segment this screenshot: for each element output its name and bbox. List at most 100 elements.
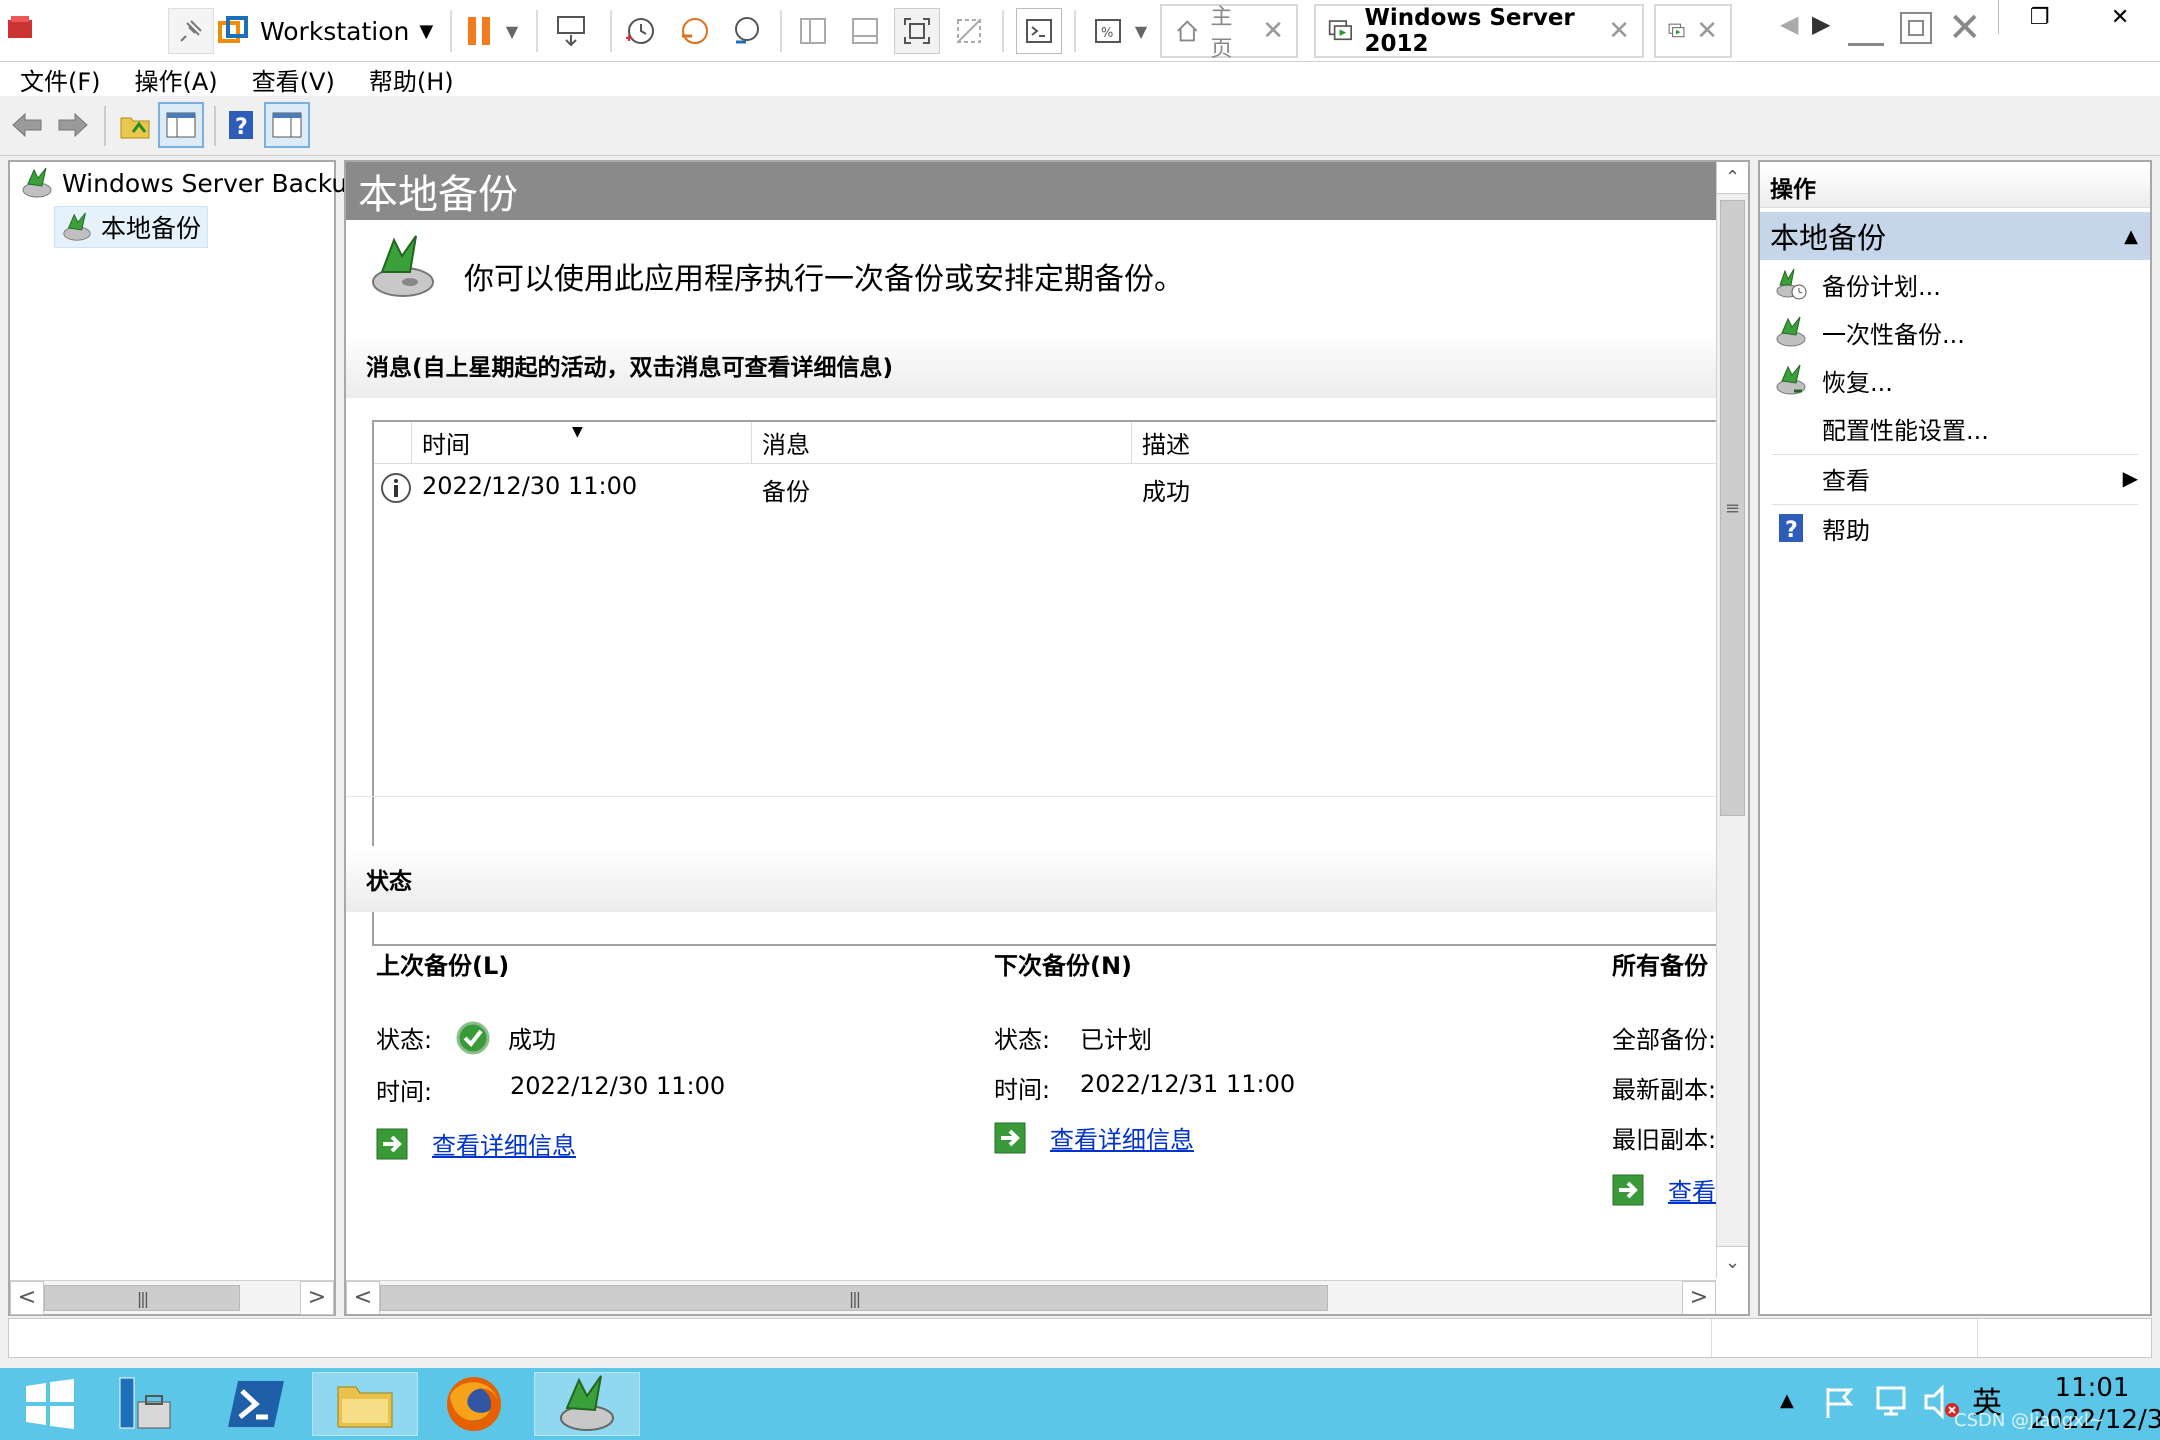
sidebar-view-icon[interactable]: [790, 8, 836, 54]
menu-action[interactable]: 操作(A): [135, 62, 218, 97]
close-window-icon[interactable]: ✕: [1948, 4, 1982, 52]
all-details-link[interactable]: 查看: [1668, 1172, 1716, 1206]
help-icon[interactable]: ?: [218, 102, 264, 148]
column-description-label: 描述: [1142, 431, 1190, 459]
all-details-link-row[interactable]: 查看: [1612, 1172, 1716, 1206]
menu-file[interactable]: 文件(F): [20, 62, 101, 97]
action-label: 一次性备份...: [1822, 320, 1965, 349]
column-message[interactable]: 消息: [752, 422, 1132, 464]
workstation-label: Workstation: [260, 16, 410, 46]
minimize-icon[interactable]: [1848, 16, 1884, 46]
action-configure-performance[interactable]: 配置性能设置...: [1760, 404, 2150, 452]
next-time-value: 2022/12/31 11:00: [1080, 1070, 1296, 1098]
actions-header: 操作: [1760, 166, 2150, 208]
action-view[interactable]: 查看 ▶: [1760, 454, 2150, 502]
thumbnail-view-icon[interactable]: [842, 8, 888, 54]
action-backup-schedule[interactable]: 备份计划...: [1760, 260, 2150, 308]
file-explorer-button[interactable]: [312, 1372, 418, 1436]
network-icon[interactable]: [1874, 1384, 1908, 1420]
tab-windows-server[interactable]: Windows Server 2012 ✕: [1314, 4, 1644, 58]
tree-item-local-backup[interactable]: 本地备份: [54, 206, 209, 248]
up-folder-icon[interactable]: [112, 102, 158, 148]
tree-item-windows-server-backup[interactable]: Windows Server Backup: [20, 166, 363, 200]
tree-horizontal-scrollbar[interactable]: < ||| >: [10, 1280, 334, 1315]
vm-icon: [1668, 23, 1685, 38]
pause-icon[interactable]: [456, 8, 502, 54]
tab-home[interactable]: 主页 ✕: [1160, 4, 1298, 62]
pin-icon[interactable]: [168, 8, 214, 54]
next-status-value: 已计划: [1080, 1026, 1152, 1054]
scroll-left-icon[interactable]: <: [346, 1280, 380, 1314]
start-button[interactable]: [0, 1372, 100, 1436]
clock-time: 11:01: [2054, 1373, 2130, 1403]
arrow-right-green-icon: [376, 1128, 408, 1159]
snapshot-manager-icon[interactable]: [724, 8, 770, 54]
actions-group-local-backup[interactable]: 本地备份 ▲: [1760, 212, 2150, 260]
close-icon[interactable]: ✕: [1262, 16, 1284, 46]
status-header: 状态: [346, 846, 1716, 912]
action-backup-once[interactable]: 一次性备份...: [1760, 308, 2150, 356]
tab-scroll-right-icon[interactable]: ▶: [1812, 10, 1830, 38]
stretch-dropdown-icon[interactable]: ▼: [1128, 8, 1154, 54]
console-icon[interactable]: [1016, 8, 1062, 54]
collapse-up-icon[interactable]: ▲: [2124, 226, 2138, 247]
next-details-link[interactable]: 查看详细信息: [1050, 1120, 1194, 1155]
scroll-left-icon[interactable]: <: [10, 1280, 44, 1315]
tab-vm-label: Windows Server 2012: [1364, 5, 1575, 57]
scroll-right-icon[interactable]: >: [300, 1280, 334, 1315]
action-center-flag-icon[interactable]: [1822, 1384, 1856, 1420]
scroll-down-icon[interactable]: ⌄: [1717, 1246, 1748, 1278]
fullscreen-icon[interactable]: [894, 8, 940, 54]
last-time-value: 2022/12/30 11:00: [510, 1072, 726, 1100]
scroll-thumb[interactable]: ≡: [1720, 200, 1745, 816]
restore-icon[interactable]: [1900, 12, 1932, 44]
guest-close-icon[interactable]: ✕: [2111, 5, 2129, 30]
stretch-icon[interactable]: %: [1086, 8, 1132, 54]
unity-icon[interactable]: [946, 8, 992, 54]
action-recover[interactable]: 恢复...: [1760, 356, 2150, 404]
show-hide-console-tree-icon[interactable]: [158, 102, 204, 148]
back-icon[interactable]: [4, 102, 50, 148]
intro-text: 你可以使用此应用程序执行一次备份或安排定期备份。: [464, 262, 1184, 297]
server-manager-icon: [119, 1377, 171, 1429]
last-details-link[interactable]: 查看详细信息: [432, 1126, 576, 1161]
scroll-thumb[interactable]: |||: [380, 1285, 1328, 1311]
column-description[interactable]: 描述: [1132, 422, 1732, 464]
chevron-down-icon: ▼: [419, 20, 434, 42]
forward-icon[interactable]: [50, 102, 96, 148]
pause-dropdown-icon[interactable]: ▼: [498, 8, 526, 54]
close-icon[interactable]: ✕: [1608, 16, 1630, 46]
send-ctrl-alt-del-icon[interactable]: [548, 8, 594, 54]
windows-server-backup-button[interactable]: [534, 1372, 640, 1436]
close-icon[interactable]: ✕: [1696, 16, 1718, 46]
menu-view[interactable]: 查看(V): [252, 62, 335, 97]
last-details-link-row[interactable]: 查看详细信息: [376, 1126, 576, 1161]
powershell-icon: [228, 1381, 284, 1427]
show-hidden-icons-icon[interactable]: ▲: [1780, 1390, 1794, 1411]
action-label: 恢复...: [1822, 368, 1893, 397]
revert-snapshot-icon[interactable]: [672, 8, 718, 54]
workstation-menu[interactable]: Workstation ▼: [218, 10, 433, 52]
tab-extra[interactable]: ✕: [1654, 4, 1732, 58]
scroll-right-icon[interactable]: >: [1682, 1280, 1716, 1314]
next-backup-section: 下次备份(N) 状态: 已计划 时间: 2022/12/31 11:00 查看详…: [994, 946, 1554, 1154]
action-help[interactable]: ? 帮助: [1760, 504, 2150, 552]
center-horizontal-scrollbar[interactable]: < ||| >: [346, 1280, 1716, 1314]
table-row[interactable]: 2022/12/30 11:00 备份 成功: [374, 466, 1730, 508]
show-hide-action-pane-icon[interactable]: [264, 102, 310, 148]
firefox-button[interactable]: [424, 1372, 524, 1436]
scroll-up-icon[interactable]: ⌃: [1717, 162, 1748, 194]
guest-restore-icon[interactable]: ❐: [2030, 5, 2050, 30]
server-manager-button[interactable]: [94, 1372, 194, 1436]
tab-scroll-left-icon[interactable]: ◀: [1780, 10, 1798, 38]
powershell-button[interactable]: [206, 1372, 306, 1436]
center-vertical-scrollbar[interactable]: ⌃ ≡ ⌄: [1716, 162, 1748, 1278]
action-help-label: 帮助: [1822, 516, 1870, 545]
guest-window-controls: ❐ ✕: [1998, 0, 2160, 34]
vm-icon: [1328, 20, 1353, 41]
snapshot-icon[interactable]: [618, 8, 664, 54]
column-time[interactable]: 时间 ▼: [412, 422, 752, 464]
scroll-thumb[interactable]: |||: [44, 1285, 240, 1311]
menu-help[interactable]: 帮助(H): [369, 62, 454, 97]
next-details-link-row[interactable]: 查看详细信息: [994, 1120, 1194, 1155]
